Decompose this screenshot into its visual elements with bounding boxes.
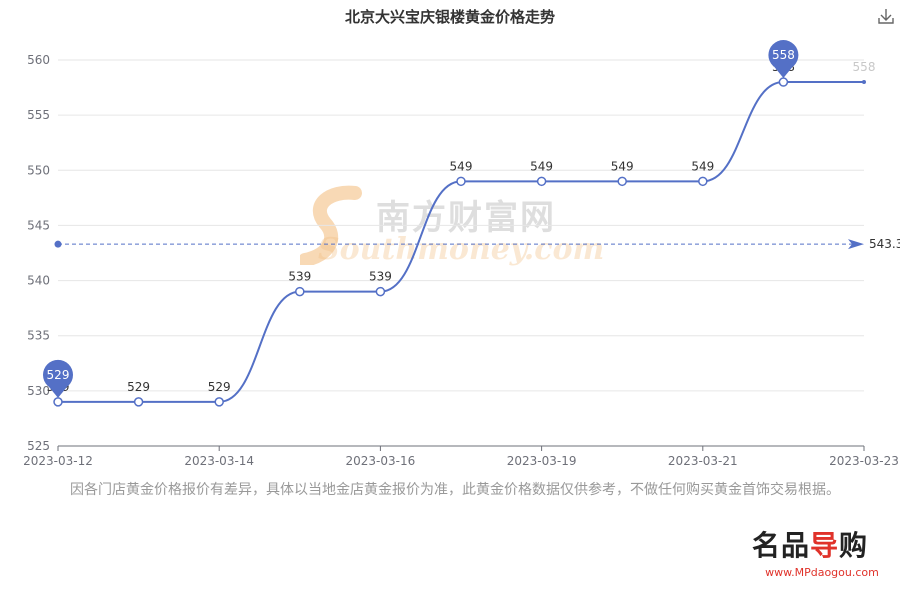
data-point (862, 80, 866, 85)
series-line (58, 81, 864, 403)
average-line-label: 543.3 (869, 237, 900, 251)
data-label: 529 (208, 380, 231, 394)
data-label: 549 (611, 159, 634, 173)
y-tick-label: 555 (27, 108, 50, 122)
y-tick-label: 525 (27, 439, 50, 453)
data-point (53, 397, 63, 407)
x-tick-label: 2023-03-14 (184, 454, 254, 468)
data-point (456, 176, 466, 187)
chart-page: 北京大兴宝庆银楼黄金价格走势 南方财富网 Southmoney.com 525 5… (0, 0, 900, 600)
data-point (617, 176, 627, 187)
data-point (536, 176, 547, 187)
min-marker-label: 529 (47, 368, 70, 382)
logo-part1: 名品 (752, 529, 811, 562)
data-label: 549 (450, 159, 473, 173)
data-label: 539 (288, 270, 311, 284)
y-tick-label: 545 (27, 218, 50, 232)
y-tick-label: 535 (27, 329, 50, 343)
y-tick-label: 540 (27, 274, 50, 288)
logo-url: www.MPdaogou.com (765, 566, 879, 579)
disclaimer-note: 因各门店黄金价格报价有差异，具体以当地金店黄金报价为准，此黄金价格数据仅供参考，… (70, 482, 840, 498)
data-point (778, 77, 789, 87)
data-point (698, 176, 708, 187)
x-tick-label: 2023-03-16 (346, 454, 416, 468)
data-label: 529 (127, 380, 150, 394)
x-tick-label: 2023-03-23 (829, 454, 899, 468)
data-point (133, 397, 144, 407)
x-tick-label: 2023-03-19 (507, 454, 577, 468)
x-tick-label: 2023-03-12 (23, 454, 93, 468)
average-line-start-dot (54, 240, 62, 248)
brand-logo: 名品导购 www.MPdaogou.com (752, 524, 892, 584)
logo-part2: 导 (810, 529, 840, 562)
data-label: 539 (369, 270, 392, 284)
data-point (375, 286, 386, 297)
line-chart: 5255305355405455505555602023-03-12 2023-0… (23, 40, 900, 468)
max-marker-label: 558 (772, 48, 795, 62)
logo-part3: 购 (839, 529, 869, 562)
data-label: 549 (691, 159, 714, 173)
y-tick-label: 560 (27, 53, 50, 67)
data-point (214, 397, 224, 407)
x-tick-label: 2023-03-21 (668, 454, 738, 468)
data-point (295, 286, 305, 297)
y-tick-label: 550 (27, 163, 50, 177)
data-label: 558 (853, 60, 876, 74)
data-label: 549 (530, 159, 553, 173)
